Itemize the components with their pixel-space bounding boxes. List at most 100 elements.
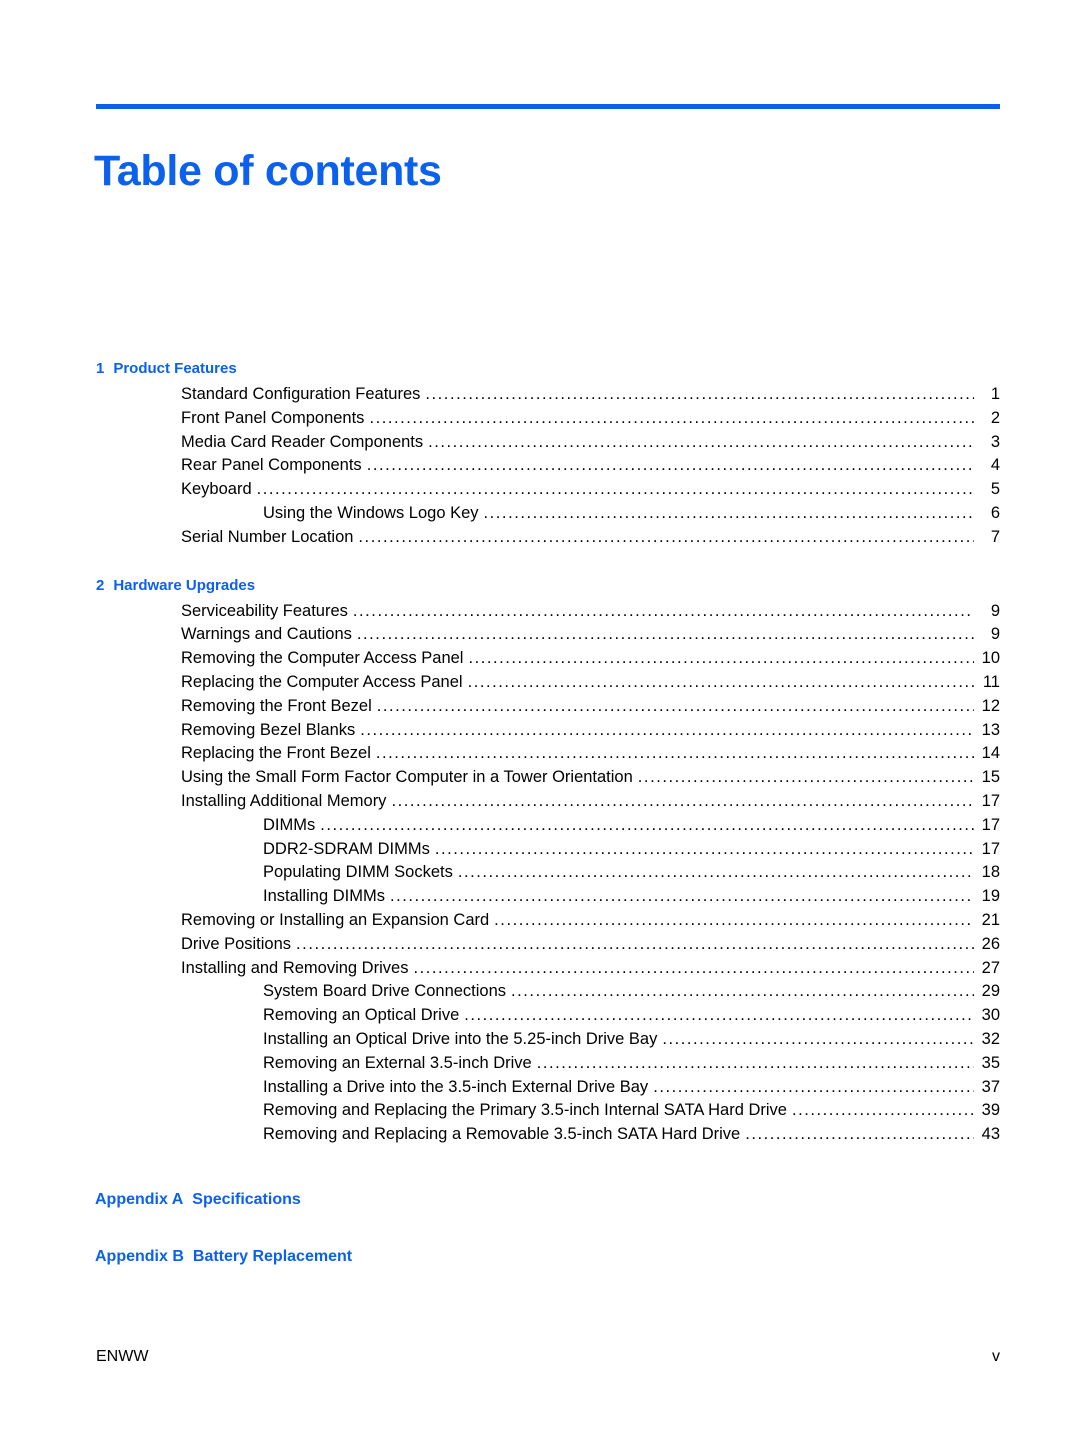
toc-entry-page: 7 (990, 527, 1000, 546)
toc-entry-title: Removing an Optical Drive (263, 1006, 460, 1025)
toc-entry-page: 27 (981, 958, 1000, 977)
dot-leader: ........................................… (662, 1029, 974, 1048)
toc-entry[interactable]: Media Card Reader Components ...........… (0, 431, 1080, 455)
dot-leader: ........................................… (425, 385, 974, 403)
toc-entry-title: Installing and Removing Drives (181, 958, 409, 977)
toc-entry-page: 15 (981, 768, 1000, 787)
toc-entry-page: 35 (981, 1053, 1000, 1072)
toc-entry[interactable]: Rear Panel Components ..................… (0, 454, 1080, 478)
toc-entry-title: Using the Windows Logo Key (263, 503, 479, 522)
toc-entry-title: Removing the Computer Access Panel (181, 649, 464, 668)
dot-leader: ........................................… (494, 910, 974, 929)
appendix-heading-b[interactable]: Appendix B Battery Replacement (0, 1243, 1080, 1271)
dot-leader: ........................................… (366, 456, 974, 475)
toc-entry[interactable]: Removing and Replacing a Removable 3.5-i… (0, 1123, 1080, 1147)
toc-entry-title: Using the Small Form Factor Computer in … (181, 768, 633, 787)
toc-entry[interactable]: Serviceability Features ................… (0, 600, 1080, 624)
toc-entry[interactable]: Keyboard ...............................… (0, 478, 1080, 502)
toc-entry[interactable]: DDR2-SDRAM DIMMs .......................… (0, 838, 1080, 862)
toc-entry[interactable]: Removing an Optical Drive ..............… (0, 1004, 1080, 1028)
toc-entry-page: 1 (990, 385, 1000, 403)
toc-entry-title: Serviceability Features (181, 601, 348, 620)
toc-entry[interactable]: Removing Bezel Blanks ..................… (0, 719, 1080, 743)
toc-entry-page: 17 (981, 791, 1000, 810)
toc-entry-title: Installing an Optical Drive into the 5.2… (263, 1029, 658, 1048)
chapter-heading-2[interactable]: 2 Hardware Upgrades (0, 572, 1080, 600)
dot-leader: ........................................… (428, 432, 974, 451)
dot-leader: ........................................… (360, 720, 974, 739)
appendix-heading-a[interactable]: Appendix A Specifications (0, 1186, 1080, 1214)
toc-entry-page: 5 (990, 480, 1000, 499)
table-of-contents: 1 Product Features Standard Configuration… (0, 355, 1080, 1271)
dot-leader: ........................................… (256, 480, 974, 499)
toc-entry-page: 37 (981, 1077, 1000, 1096)
dot-leader: ........................................… (791, 1101, 974, 1120)
appendix-label: Appendix B (95, 1247, 184, 1265)
toc-entry[interactable]: Removing or Installing an Expansion Card… (0, 909, 1080, 933)
toc-entry-title: Removing an External 3.5-inch Drive (263, 1053, 532, 1072)
dot-leader: ........................................… (511, 982, 974, 1001)
dot-leader: ........................................… (352, 601, 974, 620)
toc-entry-title: Media Card Reader Components (181, 432, 424, 451)
dot-leader: ........................................… (434, 839, 974, 858)
dot-leader: ........................................… (457, 863, 974, 882)
toc-entry-page: 21 (981, 910, 1000, 929)
chapter-name: Hardware Upgrades (113, 576, 256, 594)
dot-leader: ........................................… (375, 744, 974, 763)
toc-entry[interactable]: Replacing the Computer Access Panel ....… (0, 671, 1080, 695)
toc-entry-page: 26 (981, 934, 1000, 953)
toc-entry-page: 2 (990, 408, 1000, 427)
toc-entry[interactable]: Populating DIMM Sockets ................… (0, 861, 1080, 885)
dot-leader: ........................................… (413, 958, 974, 977)
toc-entry-title: DIMMs (263, 815, 316, 834)
toc-entry[interactable]: Drive Positions ........................… (0, 933, 1080, 957)
toc-entry-page: 3 (990, 432, 1000, 451)
toc-entry[interactable]: Using the Windows Logo Key .............… (0, 502, 1080, 526)
toc-entry-page: 4 (990, 456, 1000, 475)
dot-leader: ........................................… (536, 1053, 974, 1072)
toc-entry[interactable]: Installing an Optical Drive into the 5.2… (0, 1028, 1080, 1052)
toc-entry[interactable]: Removing an External 3.5-inch Drive ....… (0, 1052, 1080, 1076)
toc-entry[interactable]: Serial Number Location .................… (0, 526, 1080, 550)
chapter-name: Product Features (113, 360, 237, 377)
toc-entry-page: 19 (981, 887, 1000, 906)
dot-leader: ........................................… (468, 649, 974, 668)
toc-entry[interactable]: Replacing the Front Bezel ..............… (0, 742, 1080, 766)
toc-entry[interactable]: Front Panel Components .................… (0, 407, 1080, 431)
toc-entry[interactable]: Removing and Replacing the Primary 3.5-i… (0, 1099, 1080, 1123)
dot-leader: ........................................… (356, 625, 974, 644)
toc-entry-title: Removing Bezel Blanks (181, 720, 356, 739)
toc-entry[interactable]: Using the Small Form Factor Computer in … (0, 766, 1080, 790)
toc-entry[interactable]: Standard Configuration Features ........… (0, 383, 1080, 407)
toc-entry[interactable]: Installing a Drive into the 3.5-inch Ext… (0, 1076, 1080, 1100)
chapter-block-1: 1 Product Features Standard Configuration… (0, 355, 1080, 550)
toc-entry-title: Keyboard (181, 480, 252, 499)
toc-entry[interactable]: Installing DIMMs .......................… (0, 885, 1080, 909)
toc-entry-title: Drive Positions (181, 934, 292, 953)
appendix-name: Specifications (192, 1190, 301, 1208)
page-footer: ENWW v (96, 1348, 1000, 1366)
toc-entry-title: Removing and Replacing a Removable 3.5-i… (263, 1125, 741, 1144)
toc-entry-title: Populating DIMM Sockets (263, 863, 453, 882)
toc-entry-page: 9 (990, 625, 1000, 644)
toc-entry[interactable]: Removing the Front Bezel ...............… (0, 695, 1080, 719)
toc-entry[interactable]: System Board Drive Connections .........… (0, 980, 1080, 1004)
toc-entry-title: Replacing the Computer Access Panel (181, 672, 463, 691)
toc-entry[interactable]: Warnings and Cautions ..................… (0, 623, 1080, 647)
dot-leader: ........................................… (296, 934, 974, 953)
dot-leader: ........................................… (369, 408, 974, 427)
footer-page-number: v (992, 1348, 1000, 1365)
chapter-heading-1[interactable]: 1 Product Features (0, 355, 1080, 383)
footer-locale-code: ENWW (96, 1348, 149, 1365)
toc-entry[interactable]: Removing the Computer Access Panel .....… (0, 647, 1080, 671)
toc-entry[interactable]: Installing Additional Memory ...........… (0, 790, 1080, 814)
toc-entry[interactable]: Installing and Removing Drives .........… (0, 957, 1080, 981)
dot-leader: ........................................… (389, 887, 974, 906)
page-title: Table of contents (94, 146, 442, 195)
toc-entry-page: 9 (990, 601, 1000, 620)
toc-entry[interactable]: DIMMs ..................................… (0, 814, 1080, 838)
toc-entry-title: Warnings and Cautions (181, 625, 352, 644)
toc-entry-page: 39 (981, 1101, 1000, 1120)
